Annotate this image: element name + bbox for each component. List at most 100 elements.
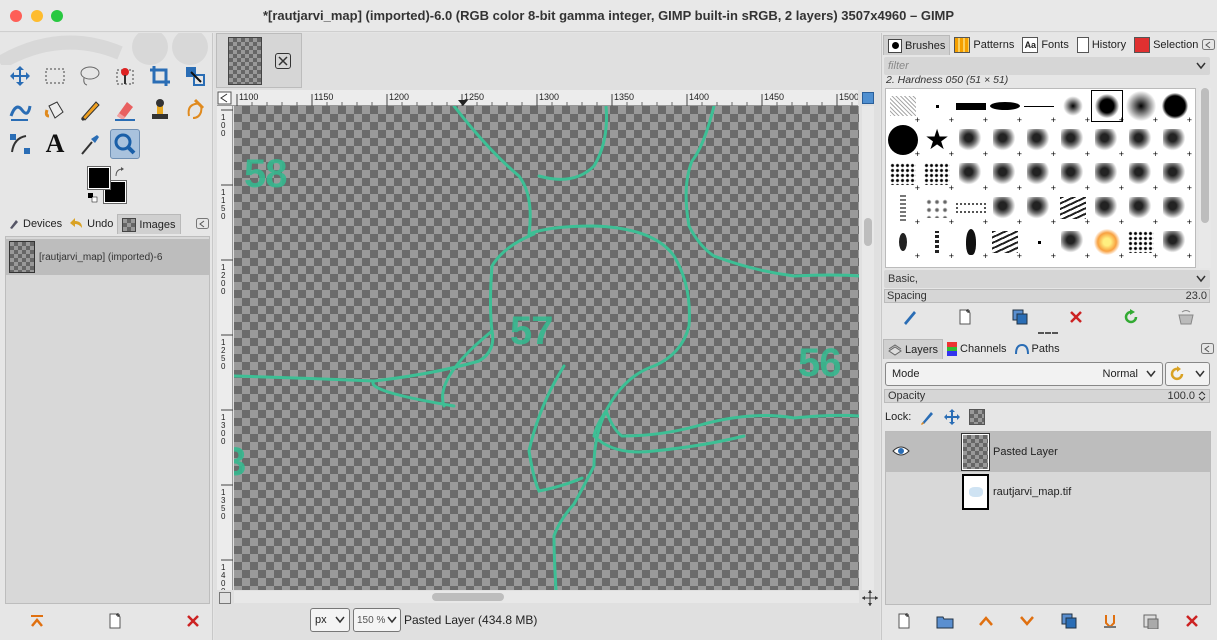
- toggle-quick-mask-button[interactable]: [219, 592, 231, 604]
- brushes-grid[interactable]: + + + + + + + + + + ★ + + + + + + + + + + + + + + + + + + + + + + + + + + + + +…: [885, 88, 1196, 268]
- rect-select-tool-icon[interactable]: [40, 61, 70, 91]
- vertical-scrollbar[interactable]: [862, 106, 874, 590]
- zoom-select[interactable]: 150 %: [353, 608, 401, 632]
- brush-preview[interactable]: +: [954, 123, 988, 159]
- brush-preview[interactable]: +: [988, 89, 1022, 125]
- brush-preview[interactable]: +: [1124, 123, 1158, 159]
- brush-preview[interactable]: +: [1056, 157, 1090, 193]
- brush-preview[interactable]: ★ +: [920, 123, 954, 160]
- opacity-slider[interactable]: Opacity 100.0: [884, 389, 1210, 403]
- tab-devices[interactable]: Devices: [4, 214, 66, 234]
- paths-tool-icon[interactable]: [5, 129, 35, 159]
- text-tool-icon[interactable]: A: [40, 129, 70, 159]
- brush-preview[interactable]: +: [920, 89, 954, 125]
- lock-position-icon[interactable]: [943, 408, 961, 426]
- tab-patterns[interactable]: Patterns: [950, 35, 1018, 55]
- tab-channels[interactable]: Channels: [943, 339, 1010, 359]
- new-layer-group-button[interactable]: [933, 610, 957, 632]
- brush-preview[interactable]: +: [1022, 157, 1056, 193]
- paintbrush-tool-icon[interactable]: [75, 95, 105, 125]
- mask-layer-button[interactable]: [1139, 610, 1163, 632]
- zoom-to-fit-button[interactable]: [862, 92, 874, 104]
- clone-tool-icon[interactable]: [145, 95, 175, 125]
- duplicate-brush-button[interactable]: [1008, 306, 1032, 328]
- layer-name[interactable]: rautjarvi_map.tif: [993, 486, 1071, 498]
- tab-paths[interactable]: Paths: [1011, 339, 1064, 359]
- horizontal-scroll-thumb[interactable]: [432, 593, 504, 601]
- brush-filter-input[interactable]: filter: [884, 57, 1210, 75]
- unit-select[interactable]: px: [310, 608, 350, 632]
- brush-preview[interactable]: +: [886, 225, 920, 261]
- delete-layer-button[interactable]: [1180, 610, 1204, 632]
- brush-preview[interactable]: +: [886, 157, 920, 193]
- tab-brushes[interactable]: Brushes: [883, 35, 951, 55]
- crop-tool-icon[interactable]: [145, 61, 175, 91]
- brush-preview[interactable]: +: [988, 225, 1022, 261]
- brush-preview[interactable]: +: [1158, 225, 1192, 261]
- brush-preview[interactable]: +: [1090, 157, 1124, 193]
- move-tool-icon[interactable]: [5, 61, 35, 91]
- dock-separator-grip[interactable]: [1038, 332, 1058, 334]
- open-brush-as-image-button[interactable]: [1174, 306, 1198, 328]
- tab-fonts[interactable]: Aa Fonts: [1018, 35, 1073, 55]
- new-brush-button[interactable]: [953, 306, 977, 328]
- brush-preview[interactable]: +: [1090, 191, 1124, 227]
- brush-preview[interactable]: +: [1056, 225, 1090, 261]
- brush-preview[interactable]: +: [1124, 157, 1158, 193]
- brush-preview[interactable]: +: [920, 191, 954, 227]
- brush-preview[interactable]: +: [1158, 89, 1192, 125]
- eye-toggle[interactable]: [892, 485, 910, 497]
- eye-icon[interactable]: [892, 445, 910, 457]
- raise-view-button[interactable]: [25, 610, 49, 632]
- brush-preview[interactable]: +: [1090, 225, 1124, 261]
- brush-preview[interactable]: +: [1056, 123, 1090, 159]
- image-canvas[interactable]: 58 57 56 3: [234, 106, 859, 590]
- refresh-brushes-button[interactable]: [1119, 306, 1143, 328]
- edit-brush-button[interactable]: [898, 306, 922, 328]
- smudge-tool-icon[interactable]: [180, 95, 210, 125]
- fill-tool-icon[interactable]: [40, 95, 70, 125]
- brush-preview[interactable]: +: [1158, 123, 1192, 159]
- layer-name[interactable]: Pasted Layer: [993, 446, 1058, 458]
- brush-preview[interactable]: +: [886, 89, 920, 125]
- brush-preview[interactable]: +: [886, 191, 920, 227]
- delete-brush-button[interactable]: [1064, 306, 1088, 328]
- spacing-slider[interactable]: Spacing 23.0: [884, 289, 1210, 303]
- brush-preview[interactable]: +: [1056, 89, 1090, 125]
- brush-preview[interactable]: +: [954, 225, 988, 261]
- brush-preview[interactable]: +: [988, 191, 1022, 227]
- brush-preview[interactable]: +: [954, 157, 988, 193]
- brush-preview[interactable]: +: [1022, 225, 1056, 261]
- horizontal-ruler[interactable]: 1100 1150 1200 1250 1300 1350 1400 1450 1500: [217, 90, 858, 106]
- close-image-tab-button[interactable]: [275, 53, 291, 69]
- brush-preview[interactable]: +: [1022, 89, 1056, 125]
- brush-preview[interactable]: +: [1090, 123, 1124, 159]
- lock-pixels-icon[interactable]: [919, 409, 935, 425]
- new-layer-button[interactable]: [892, 610, 916, 632]
- swap-colors-icon[interactable]: [114, 167, 126, 179]
- quick-mask-corner-icon[interactable]: [217, 91, 233, 105]
- navigate-icon[interactable]: [862, 590, 878, 606]
- image-tab[interactable]: [216, 33, 302, 88]
- eraser-tool-icon[interactable]: [110, 95, 140, 125]
- brush-preview[interactable]: +: [988, 123, 1022, 159]
- lower-layer-button[interactable]: [1015, 610, 1039, 632]
- transform-tool-icon[interactable]: [180, 61, 210, 91]
- brush-preview[interactable]: +: [886, 123, 920, 159]
- brush-preview[interactable]: +: [1124, 191, 1158, 227]
- brush-preview[interactable]: +: [954, 191, 988, 227]
- tab-selection[interactable]: Selection: [1130, 35, 1202, 55]
- brush-tag-input[interactable]: Basic,: [884, 270, 1210, 288]
- vertical-ruler[interactable]: 100115012001250130013501400: [217, 106, 233, 596]
- brush-preview[interactable]: +: [920, 157, 954, 193]
- brushes-scroll-thumb[interactable]: [1201, 88, 1209, 223]
- vertical-scroll-thumb[interactable]: [864, 218, 872, 246]
- new-display-button[interactable]: [103, 610, 127, 632]
- brush-preview[interactable]: +: [920, 225, 954, 261]
- delete-image-button[interactable]: [181, 610, 205, 632]
- brush-preview[interactable]: +: [954, 89, 988, 125]
- color-picker-tool-icon[interactable]: [75, 129, 105, 159]
- brush-preview[interactable]: +: [1124, 89, 1158, 125]
- zoom-tool-icon[interactable]: [110, 129, 140, 159]
- brush-preview[interactable]: +: [1022, 123, 1056, 159]
